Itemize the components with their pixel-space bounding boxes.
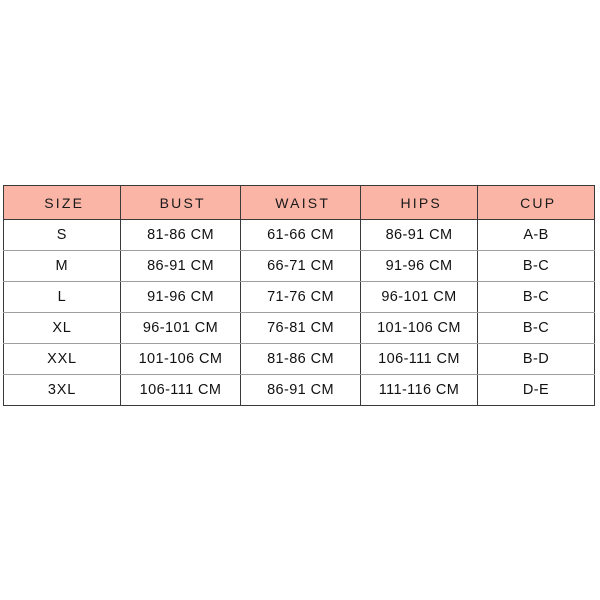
cell-size-value: M bbox=[55, 258, 69, 274]
cell-waist: 71-76 CM bbox=[240, 281, 361, 313]
cell-waist: 61-66 CM bbox=[240, 219, 361, 251]
cell-bust: 96-101 CM bbox=[120, 312, 241, 344]
cell-bust-value: 101-106 CM bbox=[138, 351, 223, 367]
cell-hips: 91-96 CM bbox=[360, 250, 478, 282]
column-header-hips: HIPS bbox=[360, 185, 478, 220]
cell-hips-value: 91-96 CM bbox=[385, 258, 453, 274]
cell-cup-value: D-E bbox=[522, 382, 550, 398]
column-header-waist-label: WAIST bbox=[275, 194, 331, 211]
cell-size-value: S bbox=[56, 227, 68, 243]
cell-hips: 101-106 CM bbox=[360, 312, 478, 344]
cell-hips-value: 96-101 CM bbox=[381, 289, 457, 305]
cell-bust-value: 91-96 CM bbox=[147, 289, 214, 305]
cell-waist: 81-86 CM bbox=[240, 343, 361, 375]
cell-hips-value: 106-111 CM bbox=[378, 351, 460, 367]
cell-hips-value: 86-91 CM bbox=[385, 227, 453, 243]
table-row: XL 96-101 CM 76-81 CM 101-106 CM B-C bbox=[3, 312, 595, 344]
cell-bust: 106-111 CM bbox=[120, 374, 241, 406]
cell-bust: 101-106 CM bbox=[120, 343, 241, 375]
cell-hips: 86-91 CM bbox=[360, 219, 478, 251]
cell-size-value: XXL bbox=[47, 351, 77, 367]
cell-bust: 81-86 CM bbox=[120, 219, 241, 251]
table-row: XXL 101-106 CM 81-86 CM 106-111 CM B-D bbox=[3, 343, 595, 375]
size-chart-header: SIZE BUST WAIST HIPS CUP bbox=[3, 185, 595, 220]
cell-hips-value: 111-116 CM bbox=[378, 382, 460, 398]
cell-waist: 76-81 CM bbox=[240, 312, 361, 344]
cell-cup: B-C bbox=[477, 312, 595, 344]
cell-cup-value: B-C bbox=[522, 289, 550, 305]
column-header-size: SIZE bbox=[3, 185, 121, 220]
cell-size-value: 3XL bbox=[47, 382, 77, 398]
cell-waist: 66-71 CM bbox=[240, 250, 361, 282]
cell-size: S bbox=[3, 219, 121, 251]
column-header-waist: WAIST bbox=[240, 185, 361, 220]
page-canvas: SIZE BUST WAIST HIPS CUP S 81-86 CM 61-6… bbox=[0, 0, 600, 600]
table-row: S 81-86 CM 61-66 CM 86-91 CM A-B bbox=[3, 219, 595, 251]
cell-size: 3XL bbox=[3, 374, 121, 406]
cell-cup-value: B-C bbox=[522, 320, 550, 336]
cell-bust-value: 96-101 CM bbox=[142, 320, 219, 336]
column-header-size-label: SIZE bbox=[44, 194, 85, 211]
cell-cup: B-C bbox=[477, 281, 595, 313]
cell-size-value: XL bbox=[52, 320, 72, 336]
size-chart-body: S 81-86 CM 61-66 CM 86-91 CM A-B M 86-91… bbox=[3, 219, 595, 406]
cell-cup: D-E bbox=[477, 374, 595, 406]
cell-cup-value: B-D bbox=[522, 351, 550, 367]
column-header-hips-label: HIPS bbox=[400, 194, 442, 211]
cell-hips: 96-101 CM bbox=[360, 281, 478, 313]
cell-bust: 91-96 CM bbox=[120, 281, 241, 313]
cell-size: L bbox=[3, 281, 121, 313]
cell-waist: 86-91 CM bbox=[240, 374, 361, 406]
cell-size: XL bbox=[3, 312, 121, 344]
cell-waist-value: 86-91 CM bbox=[267, 382, 334, 398]
cell-bust-value: 86-91 CM bbox=[147, 258, 214, 274]
column-header-bust: BUST bbox=[120, 185, 241, 220]
cell-waist-value: 61-66 CM bbox=[267, 227, 334, 243]
table-row: 3XL 106-111 CM 86-91 CM 111-116 CM D-E bbox=[3, 374, 595, 406]
cell-waist-value: 81-86 CM bbox=[267, 351, 334, 367]
cell-size-value: L bbox=[57, 289, 67, 305]
cell-hips: 111-116 CM bbox=[360, 374, 478, 406]
size-chart-table: SIZE BUST WAIST HIPS CUP S 81-86 CM 61-6… bbox=[3, 185, 595, 406]
column-header-bust-label: BUST bbox=[159, 194, 206, 211]
table-row: L 91-96 CM 71-76 CM 96-101 CM B-C bbox=[3, 281, 595, 313]
table-row: M 86-91 CM 66-71 CM 91-96 CM B-C bbox=[3, 250, 595, 282]
cell-bust-value: 106-111 CM bbox=[139, 382, 222, 398]
cell-cup-value: B-C bbox=[522, 258, 550, 274]
cell-hips-value: 101-106 CM bbox=[377, 320, 461, 336]
cell-hips: 106-111 CM bbox=[360, 343, 478, 375]
cell-size: M bbox=[3, 250, 121, 282]
cell-cup: B-D bbox=[477, 343, 595, 375]
column-header-cup-label: CUP bbox=[520, 194, 557, 211]
cell-waist-value: 71-76 CM bbox=[267, 289, 334, 305]
cell-cup: B-C bbox=[477, 250, 595, 282]
table-header-row: SIZE BUST WAIST HIPS CUP bbox=[3, 185, 595, 220]
cell-bust: 86-91 CM bbox=[120, 250, 241, 282]
cell-bust-value: 81-86 CM bbox=[147, 227, 214, 243]
cell-size: XXL bbox=[3, 343, 121, 375]
cell-waist-value: 76-81 CM bbox=[267, 320, 334, 336]
cell-waist-value: 66-71 CM bbox=[267, 258, 334, 274]
cell-cup: A-B bbox=[477, 219, 595, 251]
column-header-cup: CUP bbox=[477, 185, 595, 220]
cell-cup-value: A-B bbox=[523, 227, 549, 243]
